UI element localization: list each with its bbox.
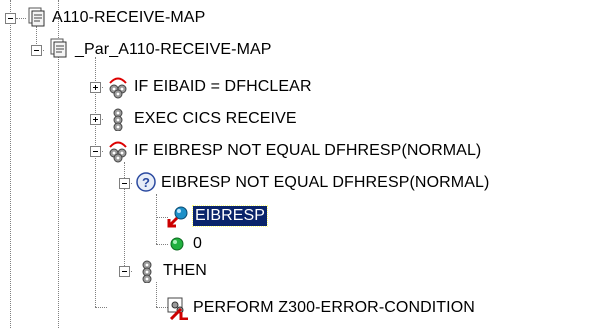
- tree-node-label[interactable]: _Par_A110-RECEIVE-MAP: [75, 40, 272, 60]
- tree-node-label[interactable]: IF EIBAID = DFHCLEAR: [134, 77, 312, 97]
- tree-node-label[interactable]: PERFORM Z300-ERROR-CONDITION: [193, 298, 475, 318]
- gears-icon: [106, 107, 128, 132]
- collapse-toggle[interactable]: [5, 13, 16, 24]
- constant-dot-icon: [166, 233, 188, 255]
- tree-node-label[interactable]: THEN: [163, 261, 207, 281]
- svg-text:?: ?: [142, 175, 150, 190]
- if-branch-gears-icon: [106, 139, 128, 163]
- collapse-toggle[interactable]: [31, 45, 42, 56]
- expand-toggle[interactable]: [90, 114, 101, 125]
- tree-node-label[interactable]: IF EIBRESP NOT EQUAL DFHRESP(NORMAL): [134, 141, 481, 161]
- collapse-toggle[interactable]: [90, 146, 101, 157]
- expand-toggle[interactable]: [90, 82, 101, 93]
- document-stack-icon: [48, 38, 70, 60]
- collapse-toggle[interactable]: [119, 266, 130, 277]
- tree-node-label[interactable]: EXEC CICS RECEIVE: [134, 109, 297, 129]
- question-condition-icon: ?: [135, 171, 157, 193]
- tree-node-label[interactable]: 0: [193, 234, 202, 254]
- tree-node-label[interactable]: A110-RECEIVE-MAP: [52, 8, 205, 28]
- collapse-toggle[interactable]: [119, 178, 130, 189]
- tree-node-label-selected[interactable]: EIBRESP: [191, 205, 269, 227]
- perform-call-icon: [166, 296, 188, 321]
- gears-icon: [135, 259, 157, 284]
- if-branch-gears-icon: [106, 75, 128, 99]
- variable-reference-icon: [166, 205, 188, 228]
- document-stack-icon: [26, 7, 48, 29]
- tree-node-label[interactable]: EIBRESP NOT EQUAL DFHRESP(NORMAL): [161, 173, 489, 193]
